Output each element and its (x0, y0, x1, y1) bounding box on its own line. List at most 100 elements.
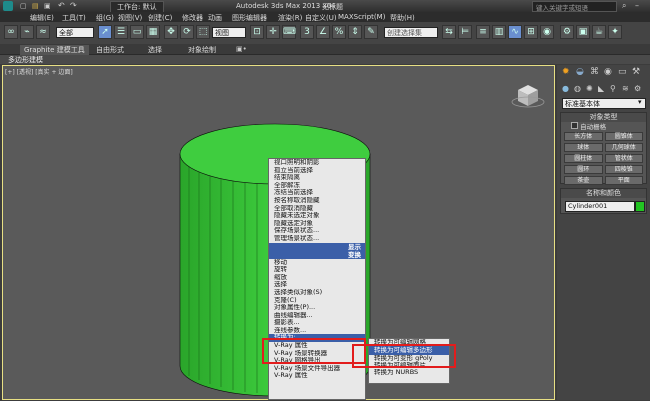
unlink-icon[interactable]: ⌁ (20, 25, 34, 39)
tab-selection[interactable]: 选择 (148, 45, 162, 55)
quick-access-new-icon[interactable]: ▢ (20, 2, 27, 10)
reference-coordinate-dropdown[interactable]: 视图 (212, 27, 246, 38)
torus-button[interactable]: 圆环 (564, 165, 603, 174)
menu-item-manage-scene-states[interactable]: 管理场景状态... (269, 235, 365, 243)
spacewarps-category-icon[interactable]: ≋ (622, 84, 629, 93)
cameras-category-icon[interactable]: ◣ (598, 84, 604, 93)
menu-item-curve-editor[interactable]: 曲线编辑器... (269, 312, 365, 320)
menu-item-rotate[interactable]: 旋转 (269, 266, 365, 274)
teapot-button[interactable]: 茶壶 (564, 176, 603, 185)
rollout-title-object-type[interactable]: 对象类型 (561, 113, 646, 122)
move-icon[interactable]: ✥ (164, 25, 178, 39)
ribbon-sub-label[interactable]: 多边形建模 (8, 55, 43, 65)
render-icon[interactable]: ☕ (592, 25, 606, 39)
render-production-icon[interactable]: ✦ (608, 25, 622, 39)
edit-named-selection-icon[interactable]: ✎ (364, 25, 378, 39)
window-crossing-icon[interactable]: ▦ (146, 25, 160, 39)
menu-item-select-similar[interactable]: 选择类似对象(S) (269, 289, 365, 297)
tab-object-paint[interactable]: 对象绘制 (188, 45, 216, 55)
menu-item-scale[interactable]: 缩放 (269, 274, 365, 282)
select-manipulate-icon[interactable]: ✛ (266, 25, 280, 39)
menu-item-clone[interactable]: 克隆(C) (269, 297, 365, 305)
spinner-snap-icon[interactable]: ⇕ (348, 25, 362, 39)
geosphere-button[interactable]: 几何球体 (604, 143, 643, 152)
pyramid-button[interactable]: 四棱锥 (604, 165, 643, 174)
link-icon[interactable]: ∞ (4, 25, 18, 39)
search-icon[interactable]: ⌕ (622, 1, 626, 11)
rotate-icon[interactable]: ⟳ (180, 25, 194, 39)
menu-item-move[interactable]: 移动 (269, 259, 365, 267)
snap-toggle-icon[interactable]: 3 (300, 25, 314, 39)
redo-icon[interactable]: ↷ (70, 1, 77, 10)
keyboard-shortcut-icon[interactable]: ⌨ (282, 25, 296, 39)
menu-item-vray-properties-2[interactable]: V-Ray 属性 (269, 372, 365, 380)
app-logo-icon[interactable] (3, 1, 13, 11)
cylinder-button[interactable]: 圆柱体 (564, 154, 603, 163)
percent-snap-icon[interactable]: % (332, 25, 346, 39)
cone-button[interactable]: 圆锥体 (604, 132, 643, 141)
helpers-category-icon[interactable]: ⚲ (610, 84, 616, 93)
undo-icon[interactable]: ↶ (58, 1, 65, 10)
tube-button[interactable]: 管状体 (604, 154, 643, 163)
graphite-toggle-icon[interactable]: ▥ (492, 25, 506, 39)
schematic-view-icon[interactable]: ⊞ (524, 25, 538, 39)
menu-item-wire-parameters[interactable]: 连线参数... (269, 327, 365, 335)
angle-snap-icon[interactable]: ∠ (316, 25, 330, 39)
select-by-name-icon[interactable]: ☰ (114, 25, 128, 39)
box-button[interactable]: 长方体 (564, 132, 603, 141)
hierarchy-tab-icon[interactable]: ⌘ (590, 67, 599, 77)
ribbon-toggle-icon[interactable]: ▣• (236, 45, 247, 53)
utilities-tab-icon[interactable]: ⚒ (632, 67, 640, 77)
submenu-item-nurbs[interactable]: 转换为 NURBS (369, 369, 449, 376)
pivot-center-icon[interactable]: ⊡ (250, 25, 264, 39)
menu-item-end-isolate[interactable]: 结束隔离 (269, 174, 365, 182)
menu-item-unhide-all[interactable]: 全部取消隐藏 (269, 205, 365, 213)
menu-item-freeze-selection[interactable]: 冻结当前选择 (269, 189, 365, 197)
selection-filter-dropdown[interactable]: 全部 (56, 27, 94, 38)
object-name-input[interactable]: Cylinder001 (565, 201, 635, 212)
material-editor-icon[interactable]: ◉ (540, 25, 554, 39)
tab-freeform[interactable]: 自由形式 (96, 45, 124, 55)
menu-item-save-scene-state[interactable]: 保存场景状态... (269, 227, 365, 235)
menu-item-vray-scene-file-exporter[interactable]: V-Ray 场景文件导出器 (269, 365, 365, 373)
select-object-icon[interactable]: ➚ (98, 25, 112, 39)
plane-button[interactable]: 平面 (604, 176, 643, 185)
lights-category-icon[interactable]: ✺ (586, 84, 593, 93)
mirror-icon[interactable]: ⇆ (442, 25, 456, 39)
rendered-frame-icon[interactable]: ▣ (576, 25, 590, 39)
align-icon[interactable]: ⊨ (458, 25, 472, 39)
menu-item-viewport-lighting[interactable]: 视口照明和阴影 (269, 159, 365, 167)
systems-category-icon[interactable]: ⚙ (634, 84, 641, 93)
shapes-category-icon[interactable]: ◍ (574, 84, 581, 93)
menu-item-hide-selection[interactable]: 隐藏选定对象 (269, 220, 365, 228)
menu-item-dope-sheet[interactable]: 摄影表... (269, 319, 365, 327)
tab-graphite-modeling[interactable]: Graphite 建模工具 (20, 45, 89, 55)
curve-editor-icon[interactable]: ∿ (508, 25, 522, 39)
motion-tab-icon[interactable]: ◉ (604, 67, 612, 77)
create-tab-icon[interactable]: ✹ (562, 67, 570, 77)
menu-item-object-properties[interactable]: 对象属性(P)... (269, 304, 365, 312)
menu-item-select[interactable]: 选择 (269, 281, 365, 289)
quick-access-open-icon[interactable]: ▤ (32, 2, 39, 10)
menu-item-unhide-by-name[interactable]: 按名称取消隐藏 (269, 197, 365, 205)
menu-item-maxscript[interactable]: MAXScript(M) (338, 13, 385, 21)
display-tab-icon[interactable]: ▭ (618, 67, 627, 77)
menu-item-unfreeze-all[interactable]: 全部解冻 (269, 182, 365, 190)
rect-selection-icon[interactable]: ▭ (130, 25, 144, 39)
sphere-button[interactable]: 球体 (564, 143, 603, 152)
bind-space-warp-icon[interactable]: ≈ (36, 25, 50, 39)
render-setup-icon[interactable]: ⚙ (560, 25, 574, 39)
object-color-swatch[interactable] (635, 201, 645, 212)
primitive-type-dropdown[interactable]: 标准基本体 (562, 98, 646, 109)
layer-manager-icon[interactable]: ≡ (476, 25, 490, 39)
autogrid-checkbox[interactable]: 自动栅格 (561, 122, 646, 131)
named-selection-set-input[interactable]: 创建选择集 (384, 27, 438, 38)
geometry-category-icon[interactable]: ● (562, 84, 569, 93)
menu-item-hide-unselected[interactable]: 隐藏未选定对象 (269, 212, 365, 220)
menu-item-isolate[interactable]: 孤立当前选择 (269, 167, 365, 175)
quick-access-save-icon[interactable]: ▣ (44, 2, 51, 10)
modify-tab-icon[interactable]: ◒ (576, 67, 584, 77)
search-input[interactable]: 键入关键字或短语 (532, 1, 617, 12)
scale-icon[interactable]: ⬚ (196, 25, 210, 39)
minimize-icon[interactable]: – (635, 1, 639, 10)
